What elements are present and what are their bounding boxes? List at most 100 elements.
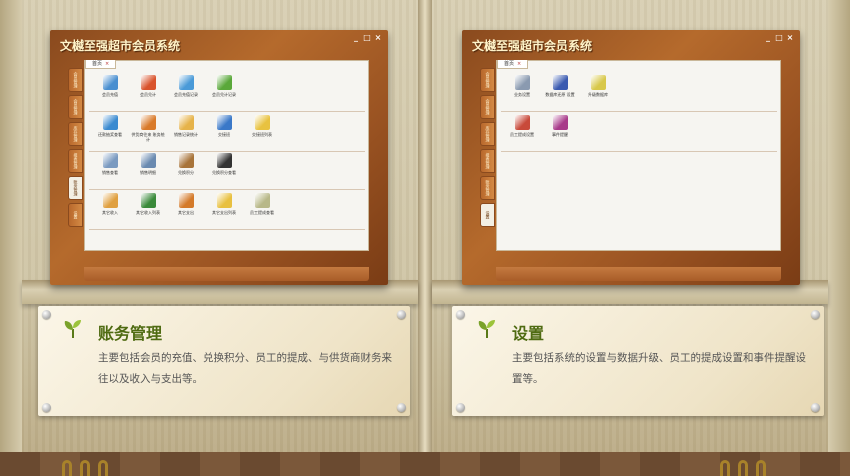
toolbar-row: 销售查看 销售明细 兑换积分 兑换积分查看 — [93, 153, 241, 175]
card-icon — [102, 75, 118, 90]
function-button[interactable]: 会员充值记录 — [169, 75, 203, 97]
tab-home[interactable]: 首页 × — [497, 60, 529, 69]
target-icon — [140, 75, 156, 90]
hourglass-icon — [178, 153, 194, 168]
globe-icon — [102, 115, 118, 130]
pin-icon — [811, 310, 820, 319]
row-divider — [89, 151, 365, 152]
function-label: 兑换积分查看 — [212, 170, 236, 175]
user-icon — [216, 115, 232, 130]
side-tab[interactable]: 会员管理 — [480, 68, 495, 92]
function-button[interactable]: 会员兑计 — [131, 75, 165, 97]
tab-home[interactable]: 首页 × — [85, 60, 117, 69]
note-body: 主要包括会员的充值、兑换积分、员工的提成、与供货商财务来往以及收入与支出等。 — [98, 352, 392, 385]
function-button[interactable]: 其它支出 — [169, 193, 203, 215]
description-note-settings: 设置 主要包括系统的设置与数据升级、员工的提成设置和事件提醒设置等。 — [452, 306, 824, 416]
app-window-accounting: 文樾至强超市会员系统 _ □ × 会员管理 会员管理 库存管理 报表管理 账务管理 设置 … — [50, 30, 388, 285]
row-divider — [501, 151, 777, 152]
computer-icon — [552, 75, 568, 90]
window-title: 文樾至强超市会员系统 — [472, 39, 593, 53]
function-label: 销售记录统计 — [174, 132, 198, 137]
sprout-icon — [64, 320, 81, 338]
side-tab[interactable]: 报表管理 — [480, 149, 495, 173]
function-button[interactable]: 员工提成设置 — [505, 115, 539, 137]
pin-icon — [397, 403, 406, 412]
close-icon[interactable]: × — [786, 34, 794, 42]
function-label: 会员兑计记录 — [212, 92, 236, 97]
function-button[interactable]: 事件提醒 — [543, 115, 577, 137]
binder-ring — [98, 460, 108, 476]
book-icon — [514, 115, 530, 130]
function-button[interactable]: 兑换积分 — [169, 153, 203, 175]
minimize-icon[interactable]: _ — [764, 34, 772, 42]
toolbar-row: 业务设置 数据库还原 设置 升级数据库 — [505, 75, 615, 97]
function-button[interactable]: 销售明细 — [131, 153, 165, 175]
side-tab[interactable]: 会员管理 — [68, 95, 83, 119]
function-label: 会员兑计 — [140, 92, 156, 97]
function-button[interactable]: 供货商往来 账务统计 — [131, 115, 165, 142]
function-button[interactable]: 数据库还原 设置 — [543, 75, 577, 97]
folder-icon — [178, 115, 194, 130]
maximize-icon[interactable]: □ — [775, 34, 783, 42]
folder-icon — [178, 193, 194, 208]
side-tab[interactable]: 库存管理 — [68, 122, 83, 146]
side-tab[interactable]: 报表管理 — [68, 149, 83, 173]
binder-ring — [756, 460, 766, 476]
pin-icon — [456, 310, 465, 319]
function-button[interactable]: 会员充值 — [93, 75, 127, 97]
app-window-settings: 文樾至强超市会员系统 _ □ × 会员管理 会员管理 库存管理 报表管理 账务管理 设置 … — [462, 30, 800, 285]
window-controls: _ □ × — [352, 34, 382, 42]
page-edge-left — [0, 0, 22, 476]
function-button[interactable]: 其它支出列表 — [207, 193, 241, 215]
function-label: 其它收入列表 — [136, 210, 160, 215]
function-label: 还款抽奖查看 — [98, 132, 122, 137]
tab-close-icon[interactable]: × — [517, 61, 521, 67]
side-tab[interactable]: 会员管理 — [68, 68, 83, 92]
side-tab[interactable]: 设置 — [68, 203, 83, 227]
function-button[interactable]: 会员兑计记录 — [207, 75, 241, 97]
folder-check-icon — [216, 75, 232, 90]
content-panel: 首页 × 会员充值 会员兑计 会员充值记录 会员兑计记录还款抽奖查看 供货商往来 账务统计… — [84, 60, 369, 251]
side-tab[interactable]: 账务管理 — [68, 176, 83, 200]
side-tab-bar: 会员管理 会员管理 库存管理 报表管理 账务管理 设置 — [68, 68, 84, 230]
minimize-icon[interactable]: _ — [352, 34, 360, 42]
function-label: 员工提成查看 — [250, 210, 274, 215]
close-icon[interactable]: × — [374, 34, 382, 42]
pin-icon — [456, 403, 465, 412]
function-button[interactable]: 销售记录统计 — [169, 115, 203, 142]
function-button[interactable]: 员工提成查看 — [245, 193, 279, 215]
function-button[interactable]: 交接班 — [207, 115, 241, 142]
function-button[interactable]: 升级数据库 — [581, 75, 615, 97]
tab-close-icon[interactable]: × — [105, 61, 109, 67]
toolbar-row: 员工提成设置 事件提醒 — [505, 115, 577, 137]
function-label: 交接班列表 — [252, 132, 272, 137]
page-edge-right — [828, 0, 850, 476]
function-button[interactable]: 其它收入列表 — [131, 193, 165, 215]
description-note-accounting: 账务管理 主要包括会员的充值、兑换积分、员工的提成、与供货商财务来往以及收入与支… — [38, 306, 410, 416]
search-icon — [102, 153, 118, 168]
side-tab[interactable]: 设置 — [480, 203, 495, 227]
function-button[interactable]: 其它收入 — [93, 193, 127, 215]
side-tab[interactable]: 库存管理 — [480, 122, 495, 146]
function-button[interactable]: 业务设置 — [505, 75, 539, 97]
maximize-icon[interactable]: □ — [363, 34, 371, 42]
function-label: 升级数据库 — [588, 92, 608, 97]
folder-icon — [216, 193, 232, 208]
toolbar-row: 其它收入 其它收入列表 其它支出 其它支出列表 员工提成查看 — [93, 193, 279, 215]
row-divider — [89, 229, 365, 230]
book-spine — [418, 0, 432, 476]
side-tab[interactable]: 会员管理 — [480, 95, 495, 119]
function-button[interactable]: 兑换积分查看 — [207, 153, 241, 175]
gear-icon — [140, 115, 156, 130]
binder-ring — [738, 460, 748, 476]
function-button[interactable]: 还款抽奖查看 — [93, 115, 127, 142]
function-label: 其它收入 — [102, 210, 118, 215]
function-button[interactable]: 交接班列表 — [245, 115, 279, 142]
row-divider — [89, 189, 365, 190]
function-button[interactable]: 销售查看 — [93, 153, 127, 175]
pin-icon — [42, 310, 51, 319]
window-footer — [84, 267, 369, 281]
side-tab[interactable]: 账务管理 — [480, 176, 495, 200]
binder-ring — [62, 460, 72, 476]
database-icon — [514, 75, 530, 90]
